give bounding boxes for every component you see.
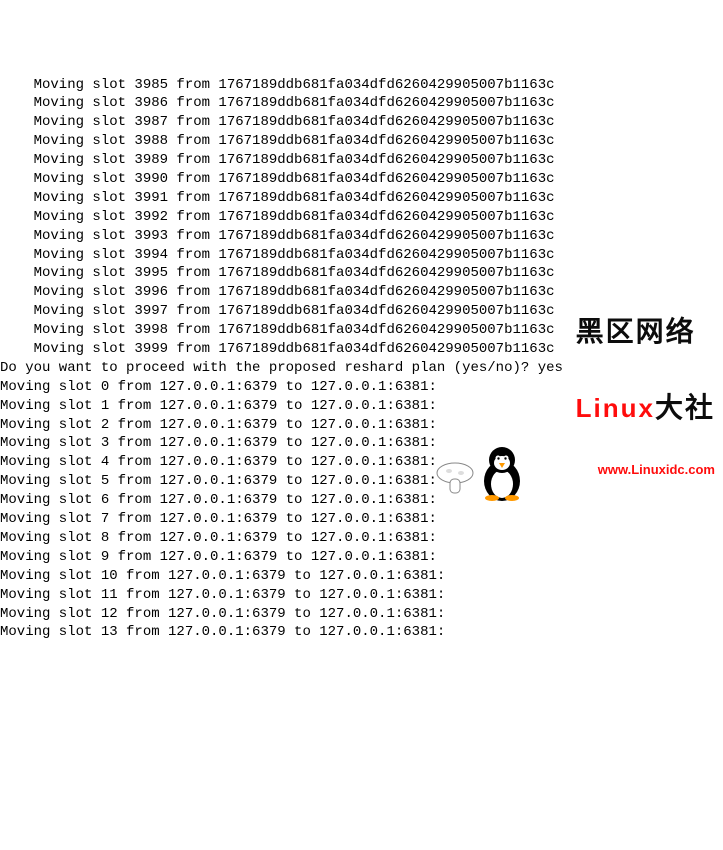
terminal-output: Moving slot 3985 from 1767189ddb681fa034… [0,76,723,643]
